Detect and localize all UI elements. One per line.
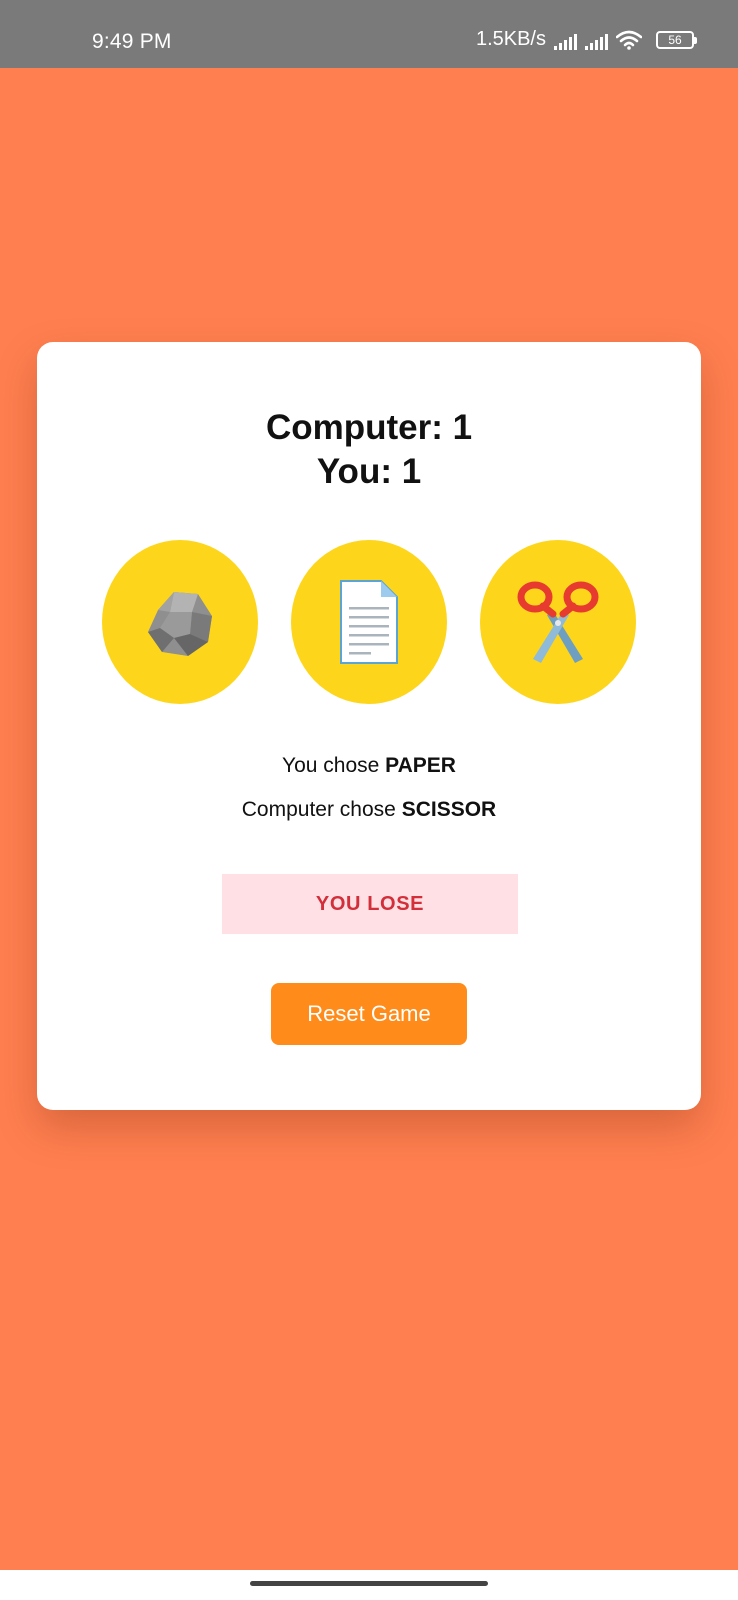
- paper-icon: [340, 580, 398, 664]
- rock-button[interactable]: [102, 540, 258, 704]
- battery-icon: 56: [656, 30, 697, 49]
- status-bar: 9:49 PM 1.5KB/s 56: [0, 0, 738, 68]
- computer-choice-text: Computer chose SCISSOR: [37, 798, 701, 822]
- outcome-banner: YOU LOSE: [222, 874, 518, 934]
- navigation-bar: [0, 1570, 738, 1600]
- player-choice-value: PAPER: [385, 754, 456, 777]
- home-indicator[interactable]: [250, 1581, 488, 1586]
- network-speed: 1.5KB/s: [475, 28, 546, 50]
- wifi-icon: [616, 30, 642, 50]
- scissors-icon: [517, 581, 599, 663]
- player-choice-text: You chose PAPER: [37, 754, 701, 778]
- rock-icon: [148, 592, 212, 656]
- status-icons: 1.5KB/s 56: [475, 28, 697, 51]
- scissors-button[interactable]: [480, 540, 636, 704]
- signal-icon: [585, 30, 608, 50]
- computer-score: Computer: 1: [265, 408, 473, 447]
- player-score: You: 1: [316, 452, 422, 491]
- player-choice-prefix: You chose: [282, 754, 386, 777]
- paper-button[interactable]: [291, 540, 447, 704]
- status-time: 9:49 PM: [92, 30, 172, 53]
- choice-row: [37, 540, 701, 704]
- game-card: Computer: 1 You: 1 You chose PAPER Compu…: [37, 342, 701, 1110]
- reset-game-button[interactable]: Reset Game: [271, 983, 467, 1045]
- scoreboard: Computer: 1 You: 1: [37, 406, 701, 494]
- signal-icon: [554, 30, 577, 50]
- computer-choice-prefix: Computer chose: [241, 798, 402, 821]
- computer-choice-value: SCISSOR: [401, 798, 497, 821]
